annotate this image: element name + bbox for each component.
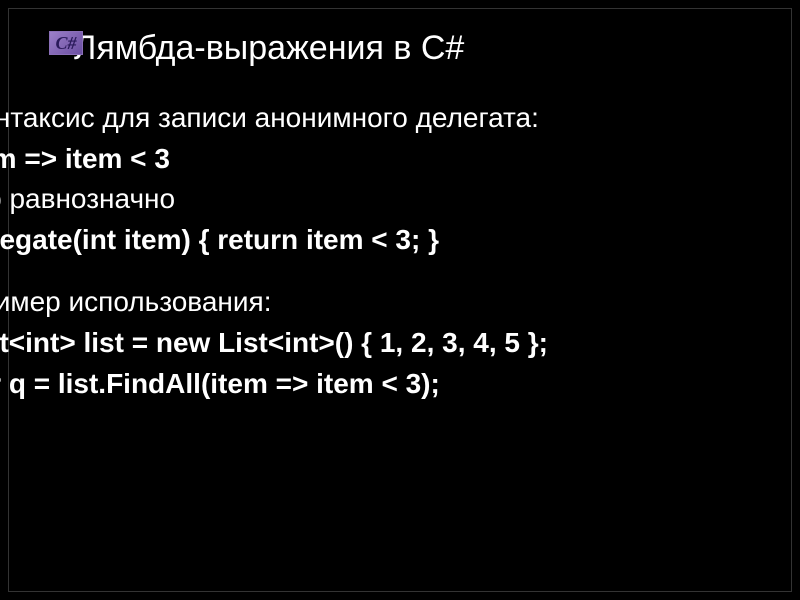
slide-body: Синтаксис для записи анонимного делегата… (0, 98, 791, 404)
spacer (0, 260, 791, 282)
code-line: List<int> list = new List<int>() { 1, 2,… (0, 323, 791, 364)
code-line: delegate(int item) { return item < 3; } (0, 220, 791, 261)
slide-title: Лямбда-выражения в C# (74, 29, 464, 68)
code-line: item => item < 3 (0, 139, 791, 180)
text-line: что равнозначно (0, 179, 791, 220)
text-line: Синтаксис для записи анонимного делегата… (0, 98, 791, 139)
text-line: Пример использования: (0, 282, 791, 323)
title-area: C# Лямбда-выражения в C# (9, 9, 791, 98)
code-line: var q = list.FindAll(item => item < 3); (0, 364, 791, 405)
csharp-logo-icon: C# (49, 31, 83, 55)
slide: C# Лямбда-выражения в C# Синтаксис для з… (8, 8, 792, 592)
